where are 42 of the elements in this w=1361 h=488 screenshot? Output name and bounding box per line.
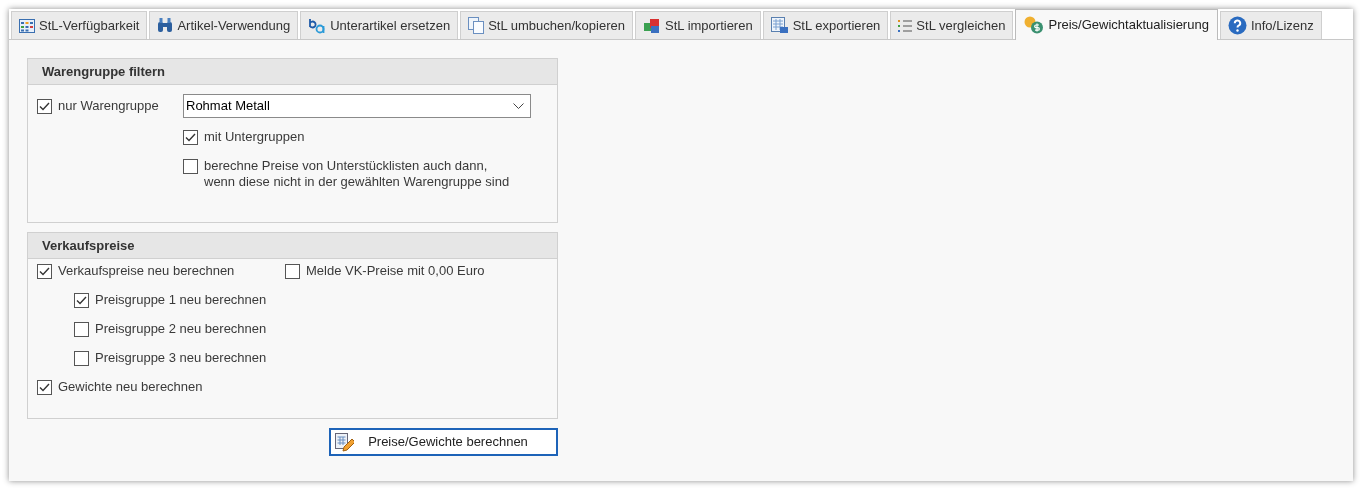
checkbox-label: Preisgruppe 2 neu berechnen (95, 321, 267, 337)
tab[interactable]: Info/Lizenz (1219, 11, 1322, 39)
calculate-button[interactable]: Preise/Gewichte berechnen (329, 428, 558, 456)
binoculars-icon (157, 18, 174, 33)
tab[interactable]: StL vergleichen (890, 11, 1014, 39)
tab[interactable]: Artikel-Verwendung (149, 11, 299, 39)
checkbox[interactable] (74, 351, 89, 366)
checkbox[interactable] (37, 264, 52, 279)
group-header: Warengruppe filtern (28, 59, 557, 85)
letters-swap-icon (308, 17, 327, 34)
tab[interactable]: Preis/Gewichtaktualisierung (1015, 9, 1218, 40)
tab[interactable]: Unterartikel ersetzen (300, 11, 459, 39)
help-icon (1227, 16, 1247, 35)
group-header: Verkaufspreise (28, 233, 557, 259)
dropdown[interactable]: Rohmat Metall (183, 94, 531, 118)
checkbox[interactable] (74, 293, 89, 308)
coins-icon (1024, 16, 1045, 34)
tab[interactable]: StL importieren (635, 11, 761, 39)
checkbox[interactable] (74, 322, 89, 337)
copy-documents-icon (468, 17, 485, 34)
calculator-pencil-icon (334, 432, 354, 452)
checkbox-label: Preisgruppe 1 neu berechnen (95, 292, 267, 308)
checkbox[interactable] (183, 159, 198, 174)
checkbox-label: Verkaufspreise neu berechnen (58, 263, 235, 279)
checkbox[interactable] (37, 380, 52, 395)
list-icon (898, 18, 913, 33)
checkbox-label: Gewichte neu berechnen (58, 379, 203, 395)
chevron-down-icon (513, 102, 524, 110)
tab[interactable]: StL-Verfügbarkeit (11, 11, 148, 39)
cubes-icon (643, 17, 661, 34)
checkbox-label: nur Warengruppe (58, 98, 159, 114)
export-table-icon (770, 17, 789, 34)
checkbox[interactable] (285, 264, 300, 279)
checkbox[interactable] (183, 130, 198, 145)
checkbox[interactable] (37, 99, 52, 114)
checkbox-label: berechne Preise von Unterstücklisten auch dann, wenn diese nicht in der gewählten Warengruppe sind (204, 158, 510, 190)
tab[interactable]: StL exportieren (762, 11, 889, 39)
checkbox-label: Preisgruppe 3 neu berechnen (95, 350, 267, 366)
checkbox-label: mit Untergruppen (204, 129, 305, 145)
grid-icon (19, 18, 35, 33)
checkbox-label: Melde VK-Preise mit 0,00 Euro (306, 263, 485, 279)
tab[interactable]: StL umbuchen/kopieren (460, 11, 633, 39)
